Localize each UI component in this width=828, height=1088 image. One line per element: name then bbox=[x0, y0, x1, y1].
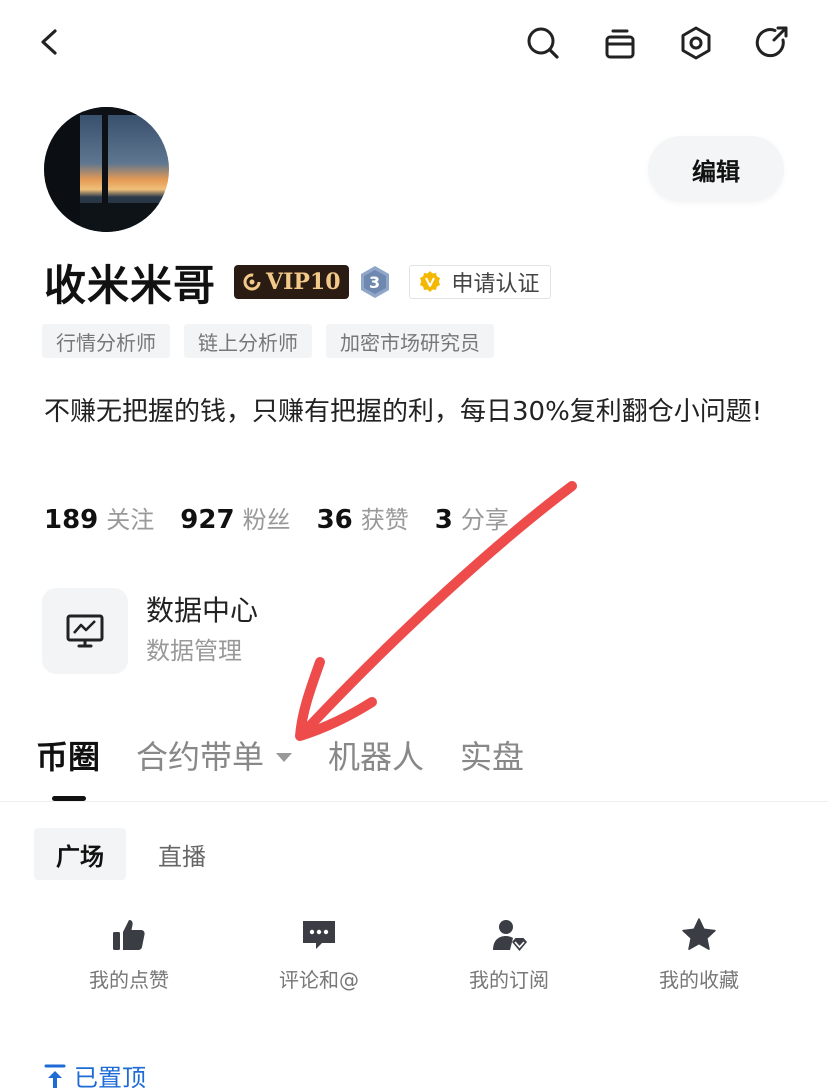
pinned-section[interactable]: 已置顶 bbox=[44, 1058, 146, 1088]
comment-icon bbox=[303, 921, 335, 949]
back-arrow-icon bbox=[41, 29, 57, 55]
my-favorites-button[interactable]: 我的收藏 bbox=[604, 916, 794, 993]
tab-label: 币圈 bbox=[36, 738, 101, 776]
share-icon bbox=[755, 26, 788, 58]
stat-label: 粉丝 bbox=[242, 506, 291, 534]
data-center-title: 数据中心 bbox=[146, 594, 259, 627]
vip-ring-icon bbox=[243, 273, 261, 291]
caret-down-icon bbox=[276, 752, 293, 762]
apply-verification-button[interactable]: 申请认证 bbox=[408, 265, 551, 299]
share-button[interactable] bbox=[748, 19, 796, 67]
my-likes-button[interactable]: 我的点赞 bbox=[34, 916, 224, 993]
data-center-subtitle: 数据管理 bbox=[146, 637, 242, 665]
level-badge[interactable]: 3 bbox=[359, 265, 391, 299]
verified-badge-icon bbox=[419, 271, 440, 292]
monitor-chart-icon bbox=[66, 614, 104, 648]
tab-label: 合约带单 bbox=[136, 738, 265, 776]
action-label: 评论和@ bbox=[279, 968, 359, 992]
stat-number: 36 bbox=[316, 505, 353, 535]
avatar[interactable] bbox=[44, 107, 169, 232]
tab-live-trading[interactable]: 实盘 bbox=[460, 732, 524, 778]
stat-label: 获赞 bbox=[360, 506, 409, 534]
avatar-image bbox=[44, 107, 169, 232]
vip-badge[interactable]: VIP10 bbox=[234, 265, 349, 299]
settings-button[interactable] bbox=[672, 19, 720, 67]
stat-shares[interactable]: 3 分享 bbox=[435, 500, 509, 535]
profile-tag: 链上分析师 bbox=[184, 324, 312, 358]
action-label: 我的订阅 bbox=[469, 968, 549, 992]
search-button[interactable] bbox=[519, 19, 567, 67]
comments-mentions-button[interactable]: 评论和@ bbox=[224, 916, 414, 993]
stat-label: 分享 bbox=[460, 506, 509, 534]
data-center-icon-box bbox=[42, 588, 128, 674]
tab-robot[interactable]: 机器人 bbox=[328, 732, 424, 778]
settings-hexagon-icon bbox=[681, 26, 711, 60]
pin-top-icon bbox=[44, 1064, 66, 1088]
profile-tags: 行情分析师 链上分析师 加密市场研究员 bbox=[42, 324, 494, 358]
subtab-live[interactable]: 直播 bbox=[136, 828, 228, 880]
tab-label: 实盘 bbox=[460, 738, 525, 776]
stat-followers[interactable]: 927 粉丝 bbox=[180, 500, 290, 535]
star-icon bbox=[682, 918, 716, 950]
subtab-square[interactable]: 广场 bbox=[34, 828, 126, 880]
profile-bio: 不赚无把握的钱，只赚有把握的利，每日30%复利翻仓小问题! bbox=[44, 397, 763, 427]
profile-tag: 行情分析师 bbox=[42, 324, 170, 358]
action-label: 我的点赞 bbox=[89, 968, 169, 992]
edit-profile-button[interactable]: 编辑 bbox=[648, 136, 784, 202]
data-center-entry[interactable]: 数据中心 数据管理 bbox=[42, 588, 258, 674]
level-number: 3 bbox=[368, 272, 381, 292]
profile-tag: 加密市场研究员 bbox=[326, 324, 494, 358]
tab-copy-trading[interactable]: 合约带单 bbox=[136, 732, 293, 778]
stat-following[interactable]: 189 关注 bbox=[44, 500, 154, 535]
gift-button[interactable] bbox=[596, 19, 644, 67]
username: 收米米哥 bbox=[44, 260, 217, 310]
sub-tabs: 广场 直播 bbox=[34, 828, 228, 880]
profile-stats: 189 关注 927 粉丝 36 获赞 3 分享 bbox=[44, 500, 535, 535]
tab-crypto[interactable]: 币圈 bbox=[36, 732, 100, 778]
tab-label: 机器人 bbox=[328, 738, 425, 776]
back-button[interactable] bbox=[26, 18, 74, 66]
thumbs-up-icon bbox=[113, 920, 145, 950]
name-row: 收米米哥 VIP10 3 申请认证 bbox=[44, 252, 551, 312]
pinned-label: 已置顶 bbox=[74, 1064, 146, 1088]
stat-likes[interactable]: 36 获赞 bbox=[317, 500, 409, 535]
quick-actions: 我的点赞 评论和@ 我的订阅 我的收藏 bbox=[34, 916, 794, 993]
tabs-divider bbox=[0, 801, 828, 802]
vip-label: VIP10 bbox=[266, 269, 341, 295]
search-icon bbox=[527, 27, 559, 59]
main-tabs: 币圈 合约带单 机器人 实盘 bbox=[36, 730, 560, 780]
action-label: 我的收藏 bbox=[659, 968, 739, 992]
gift-icon bbox=[605, 29, 635, 59]
stat-label: 关注 bbox=[106, 506, 155, 534]
stat-number: 189 bbox=[44, 505, 99, 535]
my-subscriptions-button[interactable]: 我的订阅 bbox=[414, 916, 604, 993]
verify-label: 申请认证 bbox=[451, 272, 540, 297]
stat-number: 3 bbox=[434, 505, 453, 535]
stat-number: 927 bbox=[180, 505, 235, 535]
top-bar bbox=[0, 0, 828, 90]
subscription-icon bbox=[493, 920, 527, 951]
